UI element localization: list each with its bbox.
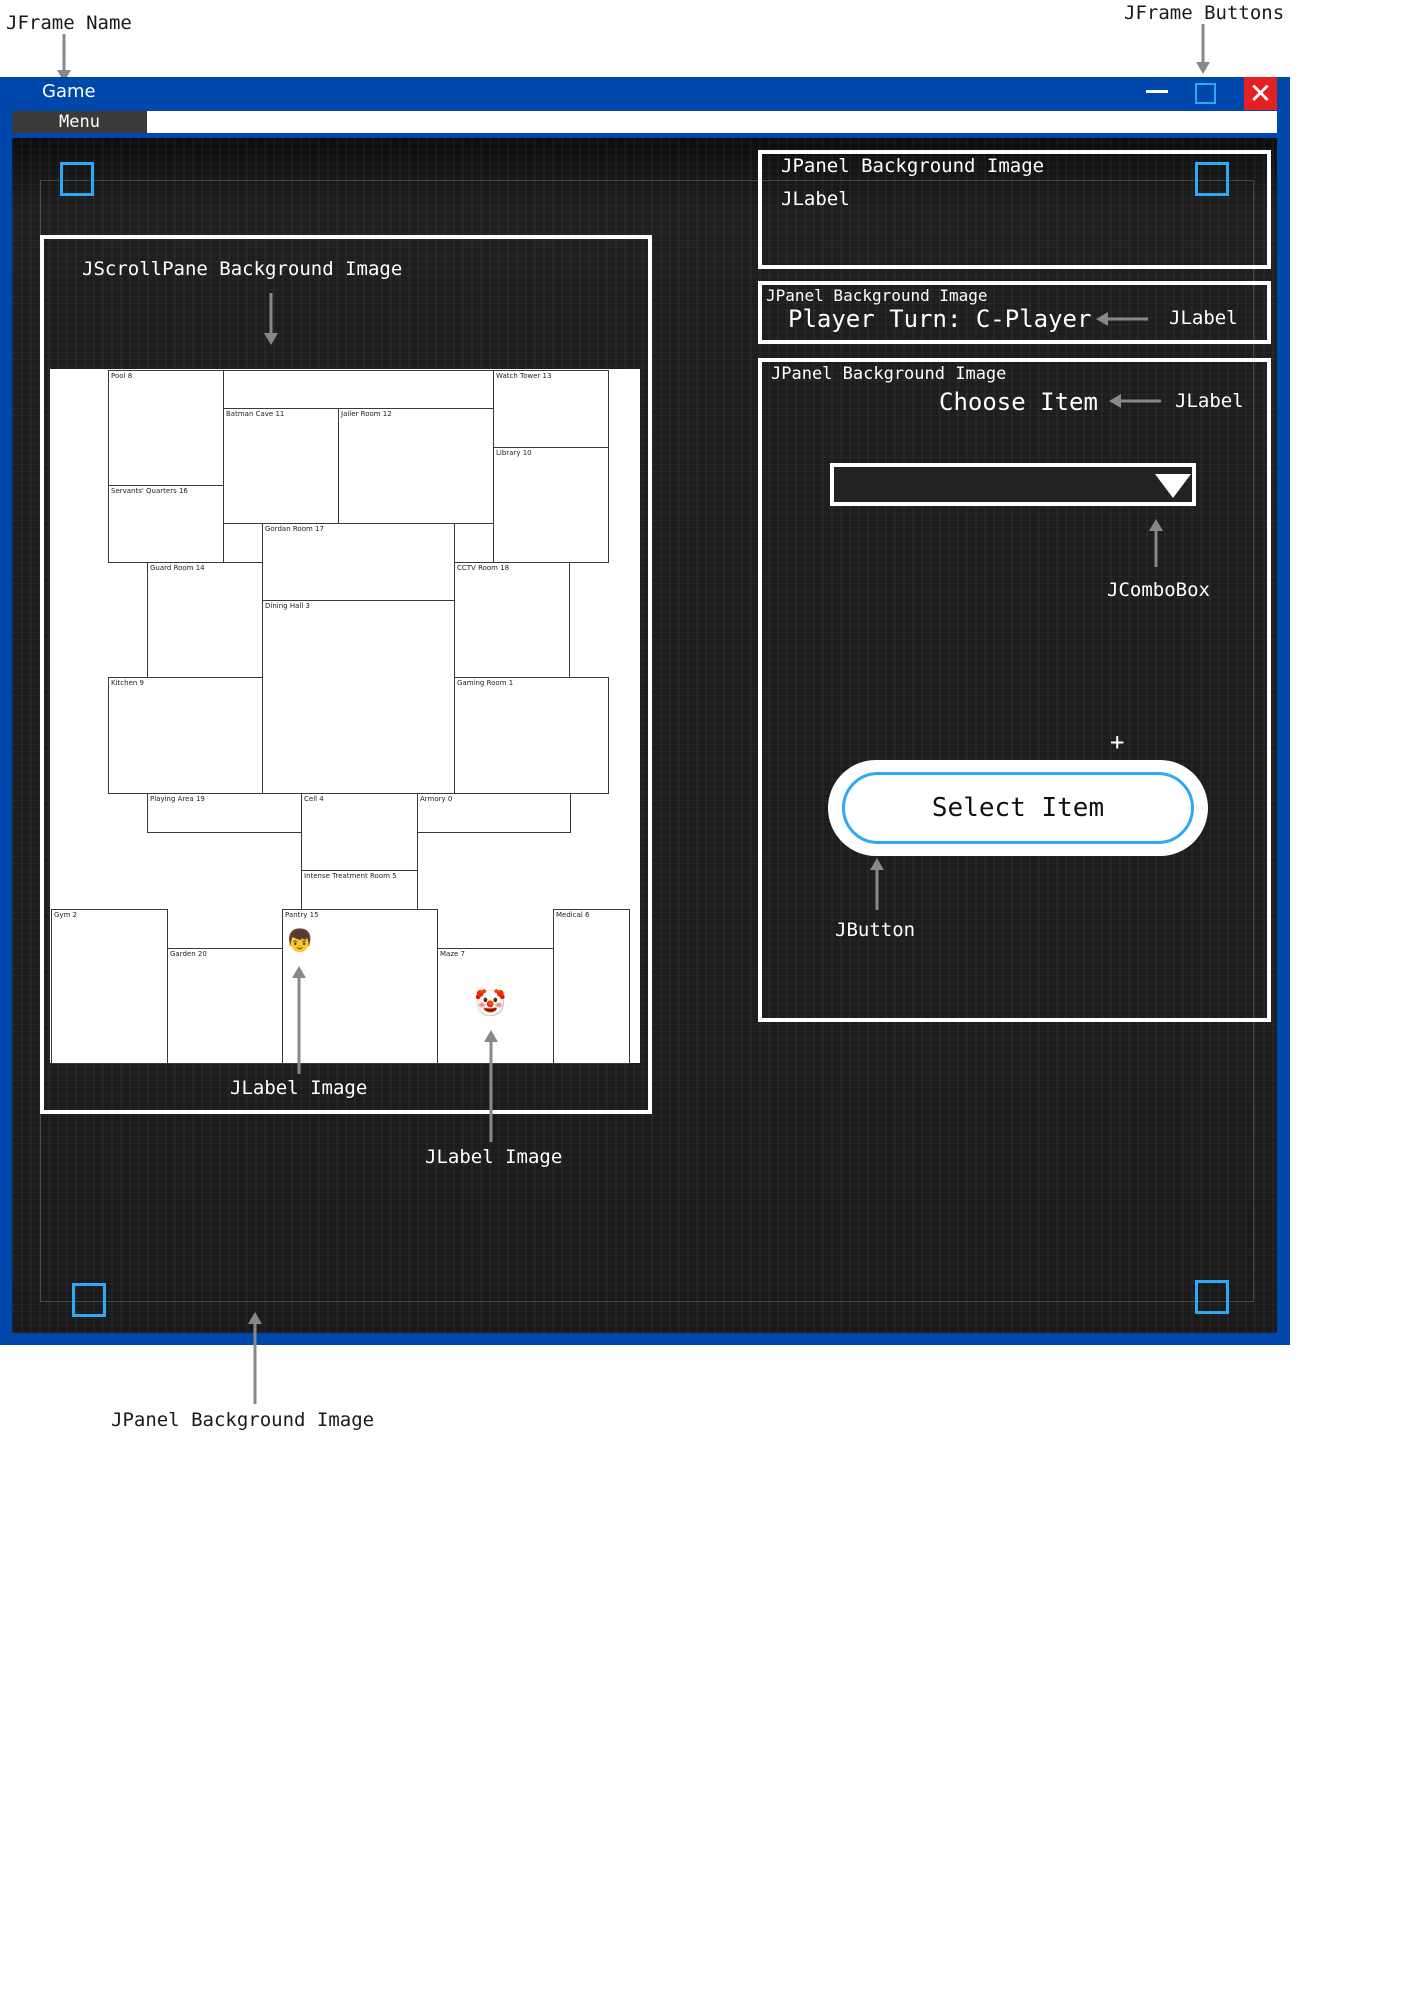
- map-view[interactable]: Pool 8 Watch Tower 13 Batman Cave 11 Jai…: [50, 369, 640, 1064]
- room-label: Medical 6: [556, 911, 590, 919]
- annotation-jframe-buttons: JFrame Buttons: [1124, 2, 1285, 24]
- menu-item[interactable]: Menu: [12, 111, 147, 133]
- room[interactable]: Garden 20: [167, 948, 283, 1064]
- annotation-arrow: [1096, 312, 1148, 326]
- room[interactable]: Pool 8: [108, 370, 224, 486]
- turn-panel-annotation: JLabel: [1169, 307, 1238, 329]
- room-label: Guard Room 14: [150, 564, 205, 572]
- combobox-annotation: JComboBox: [1107, 579, 1210, 601]
- room[interactable]: Cell 4: [301, 793, 418, 871]
- jlabel-image-caption-2: JLabel Image: [425, 1146, 563, 1168]
- close-button[interactable]: ✕: [1244, 77, 1277, 110]
- room-label: CCTV Room 18: [457, 564, 510, 572]
- turn-panel-caption: JPanel Background Image: [766, 286, 988, 305]
- room[interactable]: Watch Tower 13: [493, 370, 609, 448]
- scrollpane-caption: JScrollPane Background Image: [82, 258, 403, 280]
- room-label: Gym 2: [54, 911, 78, 919]
- room-label: Garden 20: [170, 950, 207, 958]
- room[interactable]: Batman Cave 11: [223, 408, 339, 524]
- room[interactable]: Gaming Room 1: [454, 677, 609, 794]
- item-combobox[interactable]: [830, 463, 1196, 506]
- info-panel-label: JLabel: [781, 188, 850, 210]
- room-label: Dining Hall 3: [265, 602, 310, 610]
- room[interactable]: CCTV Room 18: [454, 562, 570, 678]
- corner-marker-bottom-right: [1195, 1280, 1229, 1314]
- room[interactable]: Gym 2: [51, 909, 168, 1064]
- window-title: Game: [42, 81, 96, 102]
- maximize-button[interactable]: [1195, 83, 1216, 104]
- room-label: Gordan Room 17: [265, 525, 324, 533]
- room-label: Watch Tower 13: [496, 372, 552, 380]
- room-label: Playing Area 19: [150, 795, 205, 803]
- corner-marker-bottom-left: [72, 1283, 106, 1317]
- room[interactable]: Servants' Quarters 16: [108, 485, 224, 563]
- item-panel-caption: JPanel Background Image: [771, 364, 1007, 384]
- player-turn-label: Player Turn: C-Player: [788, 305, 1092, 333]
- room[interactable]: Armory 0: [417, 793, 571, 833]
- room-label: Jailer Room 12: [341, 410, 392, 418]
- annotation-jpanel-background: JPanel Background Image: [111, 1409, 375, 1431]
- room[interactable]: Dining Hall 3: [262, 600, 455, 794]
- annotation-jframe-name: JFrame Name: [6, 12, 132, 34]
- info-panel-caption: JPanel Background Image: [781, 155, 1045, 177]
- room-label: Kitchen 9: [111, 679, 144, 687]
- room-label: Servants' Quarters 16: [111, 487, 188, 495]
- joker-icon: 🤡: [474, 989, 507, 1019]
- room-label: Armory 0: [420, 795, 453, 803]
- select-item-button[interactable]: Select Item: [842, 772, 1194, 844]
- player-icon: 👦: [286, 929, 314, 954]
- corner-marker-top-left: [60, 162, 94, 196]
- annotation-arrow: [292, 966, 306, 1074]
- room: [223, 523, 263, 563]
- annotation-arrow: [1109, 394, 1161, 408]
- jlabel-image-caption-1: JLabel Image: [230, 1077, 368, 1099]
- room[interactable]: Intense Treatment Room 5: [301, 870, 418, 910]
- room[interactable]: Medical 6: [553, 909, 630, 1064]
- room: [223, 370, 494, 409]
- room[interactable]: Guard Room 14: [147, 562, 263, 678]
- annotation-arrow: [248, 1312, 262, 1404]
- chevron-down-icon[interactable]: [1155, 474, 1191, 498]
- room-label: Intense Treatment Room 5: [304, 872, 397, 880]
- choose-item-label: Choose Item: [939, 388, 1098, 416]
- item-panel-annotation: JLabel: [1175, 390, 1244, 412]
- room[interactable]: Library 10: [493, 447, 609, 563]
- room[interactable]: Playing Area 19: [147, 793, 302, 833]
- room[interactable]: Jailer Room 12: [338, 408, 494, 524]
- room-label: Batman Cave 11: [226, 410, 285, 418]
- room-label: Maze 7: [440, 950, 465, 958]
- room-label: Pantry 15: [285, 911, 319, 919]
- room-label: Cell 4: [304, 795, 324, 803]
- room-label: Pool 8: [111, 372, 133, 380]
- room[interactable]: Kitchen 9: [108, 677, 263, 794]
- menu-bar: [12, 111, 1277, 133]
- plus-marker: +: [1110, 728, 1125, 756]
- room: [454, 523, 494, 563]
- room[interactable]: Gordan Room 17: [262, 523, 455, 601]
- annotation-arrow: [870, 858, 884, 910]
- minimize-button[interactable]: [1146, 90, 1168, 93]
- room-label: Gaming Room 1: [457, 679, 514, 687]
- annotation-arrow: [1149, 519, 1163, 567]
- room-label: Library 10: [496, 449, 532, 457]
- button-annotation: JButton: [835, 919, 916, 941]
- annotation-arrow: [484, 1030, 498, 1142]
- annotation-arrow: [1196, 24, 1210, 74]
- annotation-arrow: [264, 293, 278, 345]
